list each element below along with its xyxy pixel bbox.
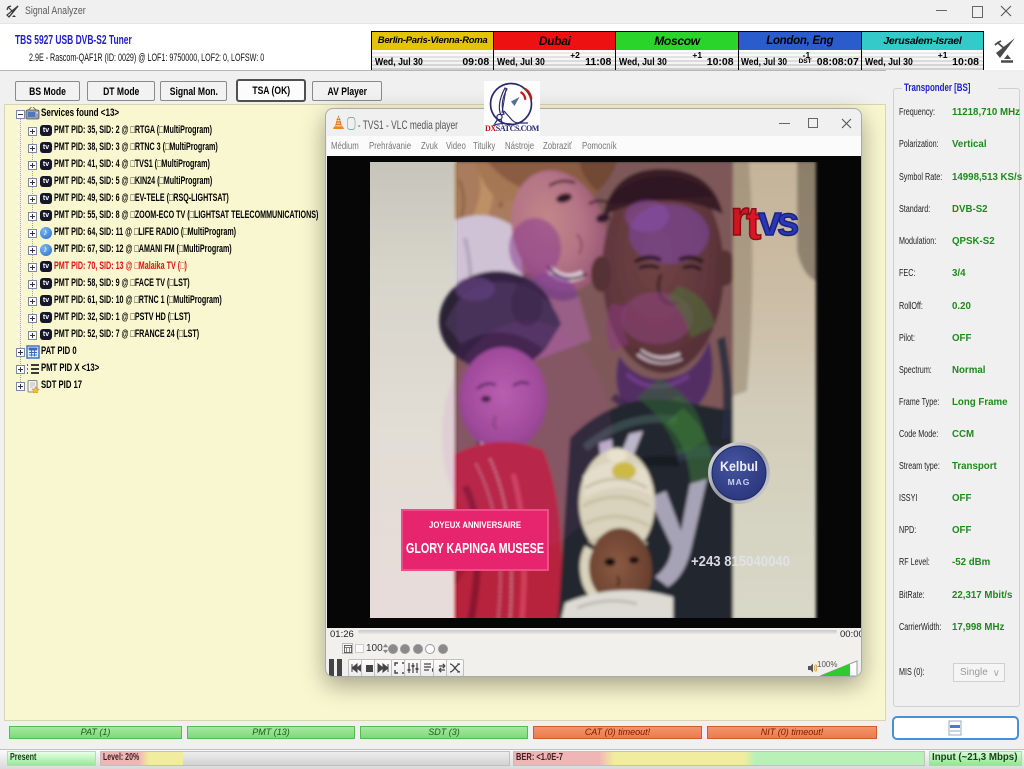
- svg-text:JOYEUX ANNIVERSAIRE: JOYEUX ANNIVERSAIRE: [429, 520, 521, 530]
- svg-text:s: s: [777, 200, 799, 244]
- svg-text:Kelbul: Kelbul: [720, 458, 758, 474]
- svg-text:+243 815040040: +243 815040040: [691, 553, 790, 570]
- svg-text:MAG: MAG: [728, 477, 751, 487]
- svg-text:GLORY KAPINGA MUSESE: GLORY KAPINGA MUSESE: [406, 541, 544, 557]
